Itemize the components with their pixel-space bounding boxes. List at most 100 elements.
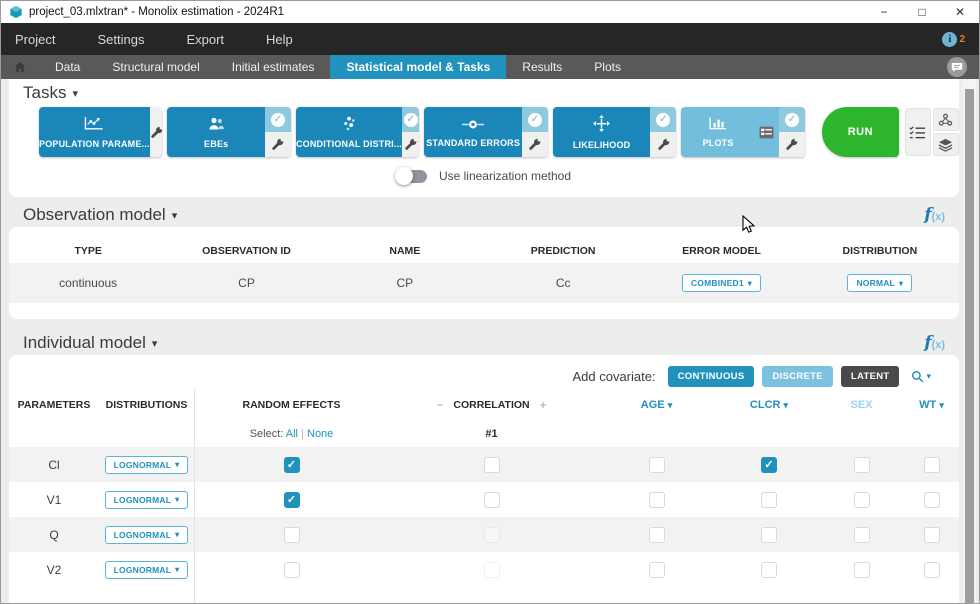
correlation-checkbox-v1[interactable] bbox=[484, 492, 500, 508]
col-distribution: DISTRIBUTION bbox=[801, 245, 959, 257]
plots-list-button[interactable] bbox=[755, 107, 779, 157]
col-error-model: ERROR MODEL bbox=[642, 245, 800, 257]
correlation-checkbox-cl[interactable] bbox=[484, 457, 500, 473]
tab-structural-model[interactable]: Structural model bbox=[96, 55, 215, 79]
sex-checkbox-cl[interactable] bbox=[854, 457, 870, 473]
wt-checkbox-cl[interactable] bbox=[924, 457, 940, 473]
task-checklist-button[interactable] bbox=[905, 108, 931, 156]
select-none-link[interactable]: None bbox=[307, 428, 333, 440]
main-content: Tasks POPULATION PARAME... ✓ bbox=[1, 79, 979, 604]
formula-fx-button[interactable]: f(x) bbox=[924, 333, 945, 353]
minimize-button[interactable]: − bbox=[865, 1, 903, 23]
wt-checkbox-q[interactable] bbox=[924, 527, 940, 543]
random-effect-checkbox-v1[interactable] bbox=[284, 492, 300, 508]
info-icon[interactable]: i bbox=[942, 32, 957, 47]
menu-project[interactable]: Project bbox=[15, 32, 55, 47]
covariate-header-sex[interactable]: SEX ▾ bbox=[819, 399, 904, 411]
wrench-icon[interactable] bbox=[150, 107, 163, 157]
distribution-dropdown-v1[interactable]: LOGNORMAL bbox=[105, 491, 189, 509]
tab-initial-estimates[interactable]: Initial estimates bbox=[216, 55, 331, 79]
menu-help[interactable]: Help bbox=[266, 32, 293, 47]
sex-checkbox-v1[interactable] bbox=[854, 492, 870, 508]
individual-model-section: Add covariate: CONTINUOUS DISCRETE LATEN… bbox=[9, 355, 959, 604]
wrench-icon[interactable] bbox=[779, 132, 805, 157]
wrench-icon[interactable] bbox=[265, 132, 291, 157]
error-model-dropdown[interactable]: COMBINED1 bbox=[682, 274, 761, 292]
task-selected-badge: ✓ bbox=[650, 107, 676, 132]
wt-checkbox-v2[interactable] bbox=[924, 562, 940, 578]
feedback-chat-icon[interactable] bbox=[947, 57, 967, 77]
ebes-people-icon bbox=[206, 116, 226, 136]
obs-id-value: CP bbox=[167, 276, 325, 290]
covariate-search-button[interactable]: ▾ bbox=[911, 370, 931, 383]
linearization-toggle[interactable] bbox=[397, 170, 427, 183]
close-button[interactable]: ✕ bbox=[941, 1, 979, 23]
menubar: Project Settings Export Help i 2 bbox=[1, 23, 979, 55]
layers-button[interactable] bbox=[933, 133, 959, 156]
correlation-checkbox-v2[interactable] bbox=[484, 562, 500, 578]
tab-statistical-model-tasks[interactable]: Statistical model & Tasks bbox=[330, 55, 506, 79]
task-likelihood-button[interactable]: LIKELIHOOD ✓ bbox=[553, 107, 676, 157]
scrollbar-thumb[interactable] bbox=[965, 89, 974, 603]
menu-settings[interactable]: Settings bbox=[97, 32, 144, 47]
run-button[interactable]: RUN bbox=[822, 107, 899, 157]
menu-export[interactable]: Export bbox=[186, 32, 224, 47]
sex-checkbox-v2[interactable] bbox=[854, 562, 870, 578]
workflow-nodes-button[interactable] bbox=[933, 108, 959, 131]
task-standard-errors-button[interactable]: STANDARD ERRORS ✓ bbox=[424, 107, 547, 157]
wrench-icon[interactable] bbox=[522, 132, 548, 157]
tab-results[interactable]: Results bbox=[506, 55, 578, 79]
distribution-dropdown-v2[interactable]: LOGNORMAL bbox=[105, 561, 189, 579]
add-continuous-covariate-button[interactable]: CONTINUOUS bbox=[668, 366, 755, 387]
covariate-header-age[interactable]: AGE ▾ bbox=[594, 399, 719, 411]
clcr-checkbox-cl[interactable] bbox=[761, 457, 777, 473]
task-population-parameters-button[interactable]: POPULATION PARAME... ✓ bbox=[39, 107, 162, 157]
individual-model-title[interactable]: Individual model bbox=[23, 333, 157, 353]
wt-checkbox-v1[interactable] bbox=[924, 492, 940, 508]
distribution-dropdown-cl[interactable]: LOGNORMAL bbox=[105, 456, 189, 474]
clcr-checkbox-v2[interactable] bbox=[761, 562, 777, 578]
col-type: TYPE bbox=[9, 245, 167, 257]
formula-fx-button[interactable]: f(x) bbox=[924, 205, 945, 225]
maximize-button[interactable]: □ bbox=[903, 1, 941, 23]
clcr-checkbox-v1[interactable] bbox=[761, 492, 777, 508]
task-ebes-button[interactable]: EBEs ✓ bbox=[167, 107, 290, 157]
parameter-name: Q bbox=[9, 528, 99, 542]
tab-plots[interactable]: Plots bbox=[578, 55, 637, 79]
distribution-dropdown[interactable]: NORMAL bbox=[847, 274, 912, 292]
correlation-add-button[interactable]: + bbox=[540, 398, 547, 412]
col-prediction: PREDICTION bbox=[484, 245, 642, 257]
col-correlation: CORRELATION bbox=[453, 399, 529, 411]
task-conditional-distribution-button[interactable]: CONDITIONAL DISTRI... ✓ bbox=[296, 107, 419, 157]
age-checkbox-cl[interactable] bbox=[649, 457, 665, 473]
sex-checkbox-q[interactable] bbox=[854, 527, 870, 543]
clcr-checkbox-q[interactable] bbox=[761, 527, 777, 543]
covariate-header-wt[interactable]: WT ▾ bbox=[904, 399, 959, 411]
random-effect-checkbox-v2[interactable] bbox=[284, 562, 300, 578]
observation-model-title[interactable]: Observation model bbox=[23, 205, 177, 225]
random-effect-checkbox-q[interactable] bbox=[284, 527, 300, 543]
tab-data[interactable]: Data bbox=[39, 55, 96, 79]
task-selected-badge: ✓ bbox=[779, 107, 805, 132]
add-discrete-covariate-button[interactable]: DISCRETE bbox=[762, 366, 832, 387]
observation-table-row: continuous CP CP Cc COMBINED1 NORMAL bbox=[9, 263, 959, 303]
age-checkbox-v1[interactable] bbox=[649, 492, 665, 508]
monolix-app-icon bbox=[9, 5, 23, 19]
add-latent-covariate-button[interactable]: LATENT bbox=[841, 366, 900, 387]
task-plots-button[interactable]: PLOTS ✓ bbox=[681, 107, 804, 157]
search-icon bbox=[911, 370, 924, 383]
wrench-icon[interactable] bbox=[650, 132, 676, 157]
home-tab[interactable] bbox=[1, 55, 39, 79]
nodes-icon bbox=[938, 113, 953, 127]
correlation-remove-button[interactable]: − bbox=[436, 398, 443, 412]
random-effect-checkbox-cl[interactable] bbox=[284, 457, 300, 473]
tasks-section-title[interactable]: Tasks bbox=[23, 83, 78, 103]
covariate-header-clcr[interactable]: CLCR ▾ bbox=[719, 399, 819, 411]
select-all-link[interactable]: All bbox=[286, 428, 298, 440]
age-checkbox-q[interactable] bbox=[649, 527, 665, 543]
standard-errors-icon bbox=[462, 117, 484, 135]
wrench-icon[interactable] bbox=[402, 132, 419, 157]
age-checkbox-v2[interactable] bbox=[649, 562, 665, 578]
correlation-checkbox-q[interactable] bbox=[484, 527, 500, 543]
distribution-dropdown-q[interactable]: LOGNORMAL bbox=[105, 526, 189, 544]
